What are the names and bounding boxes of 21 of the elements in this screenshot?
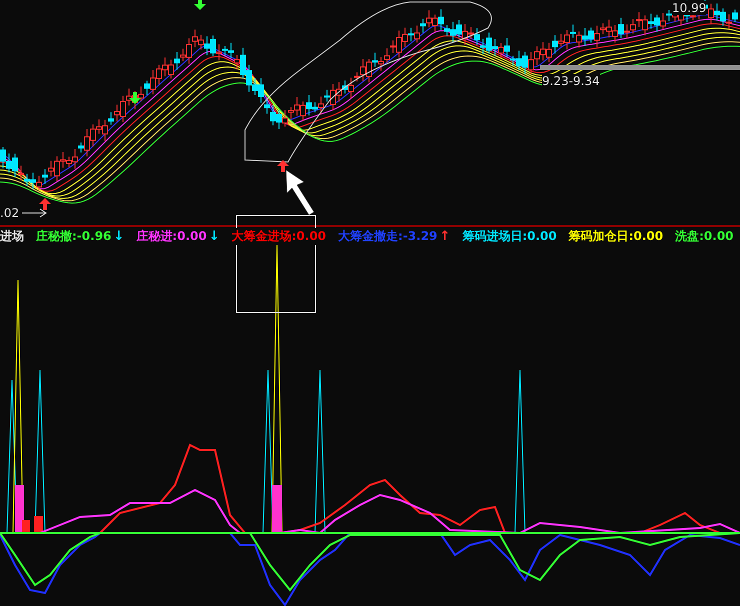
indicator-value: 筹码加仓日:0.00 [568, 228, 664, 244]
price-label: .02 [0, 206, 20, 220]
indicator-value: 庄秘进:0.00 [136, 228, 207, 244]
right-arrow-icon [22, 208, 47, 218]
histogram-bar [34, 516, 43, 533]
indicator-value: 进场 [0, 228, 24, 244]
indicator-value: 筹码进场日:0.00 [462, 228, 557, 244]
histogram-bar [272, 485, 282, 533]
down-arrow-icon [194, 0, 206, 10]
up-arrow-icon [39, 198, 51, 210]
down-arrow-icon [129, 92, 141, 104]
indicator-value: 大筹金进场:0.00 [232, 228, 326, 244]
up-arrow-icon [277, 160, 289, 172]
indicator-value: 洗盘:0.00 [675, 228, 734, 244]
indicator-value: 大筹金撤走:-3.29 [338, 228, 438, 244]
price-label: 9.23-9.34 [542, 74, 600, 88]
price-label: 10.99 [672, 1, 706, 15]
arrow-sign: ↓ [113, 228, 124, 244]
arrow-sign: ↓ [208, 228, 220, 244]
arrow-sign: ↑ [439, 228, 450, 244]
indicator-value: 庄秘撤:-0.96 [36, 228, 112, 244]
